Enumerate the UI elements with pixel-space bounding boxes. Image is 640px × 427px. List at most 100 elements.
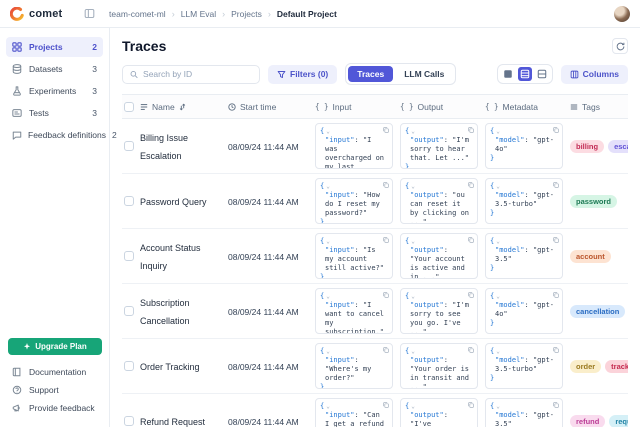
input-json-cell[interactable]: {⌄ "input": "How do I reset my password?… — [315, 178, 393, 224]
table-row[interactable]: Account Status Inquiry 08/09/24 11:44 AM… — [122, 229, 628, 284]
density-large-icon[interactable] — [535, 67, 549, 81]
copy-icon[interactable] — [553, 347, 559, 353]
copy-icon[interactable] — [383, 182, 389, 188]
chevron-down-icon[interactable]: ⌄ — [326, 402, 330, 411]
column-header-metadata[interactable]: Metadata — [503, 102, 538, 112]
copy-icon[interactable] — [468, 402, 474, 408]
input-json-cell[interactable]: {⌄ "input": "I want to cancel my subscri… — [315, 288, 393, 334]
column-header-tags[interactable]: Tags — [582, 102, 600, 112]
row-checkbox[interactable] — [124, 196, 134, 206]
copy-icon[interactable] — [383, 127, 389, 133]
chevron-down-icon[interactable]: ⌄ — [326, 292, 330, 301]
columns-button[interactable]: Columns — [561, 65, 628, 84]
copy-icon[interactable] — [553, 182, 559, 188]
chevron-down-icon[interactable]: ⌄ — [496, 402, 500, 411]
row-checkbox[interactable] — [124, 361, 134, 371]
table-row[interactable]: Order Tracking 08/09/24 11:44 AM {⌄ "inp… — [122, 339, 628, 394]
row-checkbox[interactable] — [124, 416, 134, 426]
tag-pill[interactable]: order — [570, 360, 601, 373]
tab-traces[interactable]: Traces — [348, 66, 393, 82]
tag-pill[interactable]: password — [570, 195, 617, 208]
copy-icon[interactable] — [468, 127, 474, 133]
metadata-json-cell[interactable]: {⌄ "model": "gpt-3.5" } — [485, 398, 563, 427]
chevron-down-icon[interactable]: ⌄ — [496, 182, 500, 191]
input-json-cell[interactable]: {⌄ "input": "I was overcharged on my las… — [315, 123, 393, 169]
metadata-json-cell[interactable]: {⌄ "model": "gpt-4o" } — [485, 288, 563, 334]
search-box[interactable] — [122, 65, 260, 84]
upgrade-plan-button[interactable]: Upgrade Plan — [8, 338, 102, 355]
column-header-name[interactable]: Name — [152, 102, 175, 112]
tab-llm-calls[interactable]: LLM Calls — [395, 66, 453, 82]
tag-pill[interactable]: cancellation — [570, 305, 625, 318]
breadcrumb-projects[interactable]: Projects — [231, 9, 262, 19]
chevron-down-icon[interactable]: ⌄ — [496, 347, 500, 356]
density-medium-icon[interactable] — [518, 67, 532, 81]
sidebar-item-feedback-definitions[interactable]: Feedback definitions 2 — [6, 125, 103, 145]
tag-pill[interactable]: billing — [570, 140, 604, 153]
sidebar-item-provide-feedback[interactable]: Provide feedback — [0, 399, 109, 417]
breadcrumb-workspace[interactable]: team-comet-ml — [109, 9, 166, 19]
chevron-down-icon[interactable]: ⌄ — [411, 127, 415, 136]
sidebar-item-projects[interactable]: Projects 2 — [6, 37, 103, 57]
trace-name[interactable]: Subscription Cancellation — [140, 298, 190, 326]
select-all-checkbox[interactable] — [124, 102, 134, 112]
row-checkbox[interactable] — [124, 306, 134, 316]
copy-icon[interactable] — [553, 402, 559, 408]
chevron-down-icon[interactable]: ⌄ — [326, 237, 330, 246]
sort-icon[interactable] — [179, 103, 186, 111]
output-json-cell[interactable]: {⌄ "output": "Your order is in transit a… — [400, 343, 478, 389]
tag-pill[interactable]: refund — [570, 415, 605, 427]
input-json-cell[interactable]: {⌄ "input": "Is my account still active?… — [315, 233, 393, 279]
trace-name[interactable]: Order Tracking — [140, 362, 200, 372]
chevron-down-icon[interactable]: ⌄ — [496, 127, 500, 136]
sidebar-item-support[interactable]: Support — [0, 381, 109, 399]
trace-name[interactable]: Billing Issue Escalation — [140, 133, 188, 161]
trace-name[interactable]: Refund Request — [140, 417, 205, 427]
breadcrumb-section[interactable]: LLM Eval — [181, 9, 216, 19]
copy-icon[interactable] — [553, 292, 559, 298]
table-row[interactable]: Subscription Cancellation 08/09/24 11:44… — [122, 284, 628, 339]
chevron-down-icon[interactable]: ⌄ — [326, 347, 330, 356]
output-json-cell[interactable]: {⌄ "output": "ou can reset it by clickin… — [400, 178, 478, 224]
refresh-button[interactable] — [612, 38, 628, 54]
copy-icon[interactable] — [468, 292, 474, 298]
copy-icon[interactable] — [553, 237, 559, 243]
output-json-cell[interactable]: {⌄ "output": "I'm sorry to hear that. Le… — [400, 123, 478, 169]
copy-icon[interactable] — [468, 347, 474, 353]
chevron-down-icon[interactable]: ⌄ — [411, 182, 415, 191]
copy-icon[interactable] — [383, 237, 389, 243]
metadata-json-cell[interactable]: {⌄ "model": "gpt-4o" } — [485, 123, 563, 169]
table-row[interactable]: Password Query 08/09/24 11:44 AM {⌄ "inp… — [122, 174, 628, 229]
metadata-json-cell[interactable]: {⌄ "model": "gpt-3.5" } — [485, 233, 563, 279]
sidebar-item-documentation[interactable]: Documentation — [0, 363, 109, 381]
tag-pill[interactable]: requ — [609, 415, 628, 427]
tag-pill[interactable]: account — [570, 250, 611, 263]
chevron-down-icon[interactable]: ⌄ — [326, 182, 330, 191]
metadata-json-cell[interactable]: {⌄ "model": "gpt-3.5-turbo" } — [485, 178, 563, 224]
user-avatar[interactable] — [614, 6, 630, 22]
chevron-down-icon[interactable]: ⌄ — [411, 292, 415, 301]
column-header-input[interactable]: Input — [333, 102, 352, 112]
copy-icon[interactable] — [468, 237, 474, 243]
output-json-cell[interactable]: {⌄ "output": "I've submitted your refund… — [400, 398, 478, 427]
row-checkbox[interactable] — [124, 141, 134, 151]
column-header-output[interactable]: Output — [418, 102, 444, 112]
copy-icon[interactable] — [383, 402, 389, 408]
metadata-json-cell[interactable]: {⌄ "model": "gpt-3.5-turbo" } — [485, 343, 563, 389]
chevron-down-icon[interactable]: ⌄ — [496, 237, 500, 246]
chevron-down-icon[interactable]: ⌄ — [411, 237, 415, 246]
tag-pill[interactable]: track — [605, 360, 628, 373]
sidebar-collapse-icon[interactable] — [84, 8, 95, 19]
copy-icon[interactable] — [553, 127, 559, 133]
table-row[interactable]: Billing Issue Escalation 08/09/24 11:44 … — [122, 119, 628, 174]
output-json-cell[interactable]: {⌄ "output": "Your account is active and… — [400, 233, 478, 279]
sidebar-item-experiments[interactable]: Experiments 3 — [6, 81, 103, 101]
copy-icon[interactable] — [383, 292, 389, 298]
copy-icon[interactable] — [383, 347, 389, 353]
table-row[interactable]: Refund Request 08/09/24 11:44 AM {⌄ "inp… — [122, 394, 628, 427]
copy-icon[interactable] — [468, 182, 474, 188]
chevron-down-icon[interactable]: ⌄ — [496, 292, 500, 301]
trace-name[interactable]: Account Status Inquiry — [140, 243, 201, 271]
chevron-down-icon[interactable]: ⌄ — [411, 347, 415, 356]
chevron-down-icon[interactable]: ⌄ — [326, 127, 330, 136]
